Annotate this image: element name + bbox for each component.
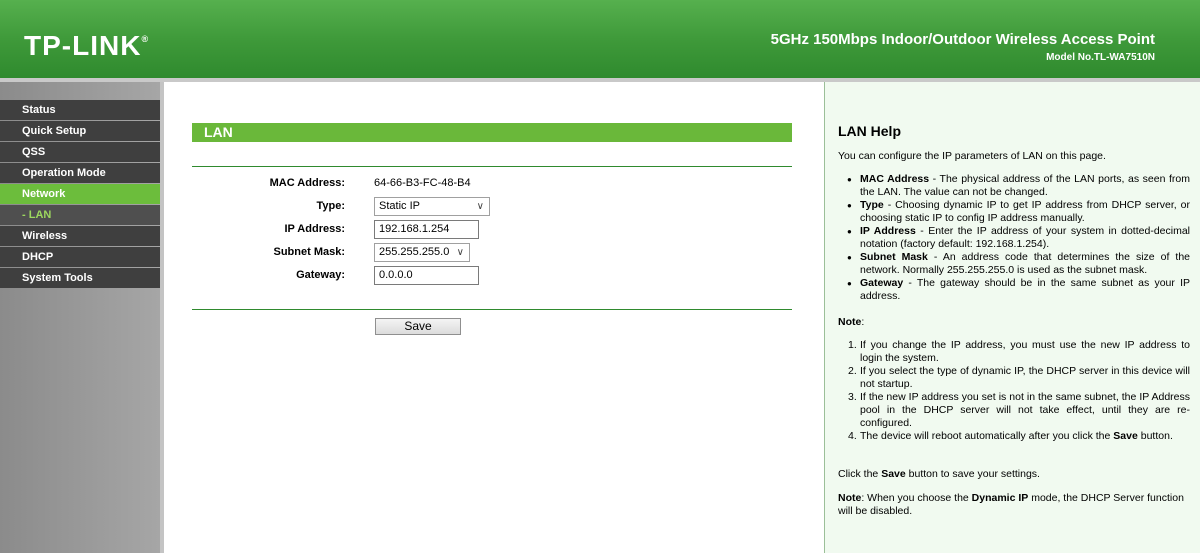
help-final-note: Note: When you choose the Dynamic IP mod… xyxy=(838,492,1184,517)
help-bullet: Gateway - The gateway should be in the s… xyxy=(847,277,1190,303)
help-note-item: 4. The device will reboot automatically a… xyxy=(848,430,1173,442)
sidebar-menu: Status Quick Setup QSS Operation Mode Ne… xyxy=(0,100,160,289)
type-select-value: Static IP xyxy=(379,200,420,212)
mac-address-value: 64-66-B3-FC-48-B4 xyxy=(374,177,471,189)
ip-address-label: IP Address: xyxy=(284,223,345,235)
gateway-label: Gateway: xyxy=(296,269,345,281)
help-bullet: MAC Address - The physical address of th… xyxy=(847,173,1190,199)
help-click-save: Click the Save button to save your setti… xyxy=(838,468,1040,480)
sidebar-item-status[interactable]: Status xyxy=(0,100,160,120)
subnet-mask-select[interactable]: 255.255.255.0 ∨ xyxy=(374,243,470,262)
bottom-divider xyxy=(192,309,792,310)
help-bullet-list: MAC Address - The physical address of th… xyxy=(847,173,1190,303)
sidebar-item-wireless[interactable]: Wireless xyxy=(0,226,160,246)
help-bullet: Subnet Mask - An address code that deter… xyxy=(847,251,1190,277)
help-note-heading: Note: xyxy=(838,316,865,328)
sidebar-item-dhcp[interactable]: DHCP xyxy=(0,247,160,267)
help-panel: LAN Help You can configure the IP parame… xyxy=(824,82,1200,553)
section-title: LAN xyxy=(192,123,792,142)
sidebar-item-network[interactable]: Network xyxy=(0,184,160,204)
save-button[interactable]: Save xyxy=(375,318,461,335)
tp-link-logo: TP-LINK® xyxy=(24,30,149,61)
mac-address-label: MAC Address: xyxy=(269,177,345,189)
chevron-down-icon: ∨ xyxy=(456,247,464,258)
chevron-down-icon: ∨ xyxy=(476,201,484,212)
product-name: 5GHz 150Mbps Indoor/Outdoor Wireless Acc… xyxy=(770,31,1155,48)
top-divider xyxy=(192,166,792,167)
sidebar: Status Quick Setup QSS Operation Mode Ne… xyxy=(0,82,164,553)
help-note-item: 2. If you select the type of dynamic IP, … xyxy=(848,365,1190,390)
subnet-mask-label: Subnet Mask: xyxy=(273,246,345,258)
subnet-mask-value: 255.255.255.0 xyxy=(379,246,450,258)
sidebar-item-quick-setup[interactable]: Quick Setup xyxy=(0,121,160,141)
ip-address-input[interactable]: 192.168.1.254 xyxy=(374,220,479,239)
header-banner: TP-LINK® 5GHz 150Mbps Indoor/Outdoor Wir… xyxy=(0,0,1200,78)
sidebar-item-qss[interactable]: QSS xyxy=(0,142,160,162)
type-label: Type: xyxy=(316,200,345,212)
gateway-input[interactable]: 0.0.0.0 xyxy=(374,266,479,285)
registered-mark: ® xyxy=(141,34,149,44)
help-bullet: IP Address - Enter the IP address of you… xyxy=(847,225,1190,251)
model-number: Model No.TL-WA7510N xyxy=(1046,52,1155,63)
sidebar-item-system-tools[interactable]: System Tools xyxy=(0,268,160,288)
help-title: LAN Help xyxy=(838,123,901,139)
help-intro: You can configure the IP parameters of L… xyxy=(838,150,1106,162)
sidebar-item-operation-mode[interactable]: Operation Mode xyxy=(0,163,160,183)
type-select[interactable]: Static IP ∨ xyxy=(374,197,490,216)
help-note-item: 3. If the new IP address you set is not i… xyxy=(848,391,1190,429)
main-panel: LAN MAC Address: 64-66-B3-FC-48-B4 Type:… xyxy=(164,82,824,553)
sidebar-item-lan[interactable]: - LAN xyxy=(0,205,160,225)
help-note-list: 1. If you change the IP address, you must… xyxy=(848,339,1190,443)
help-bullet: Type - Choosing dynamic IP to get IP add… xyxy=(847,199,1190,225)
help-note-item: 1. If you change the IP address, you must… xyxy=(848,339,1190,364)
